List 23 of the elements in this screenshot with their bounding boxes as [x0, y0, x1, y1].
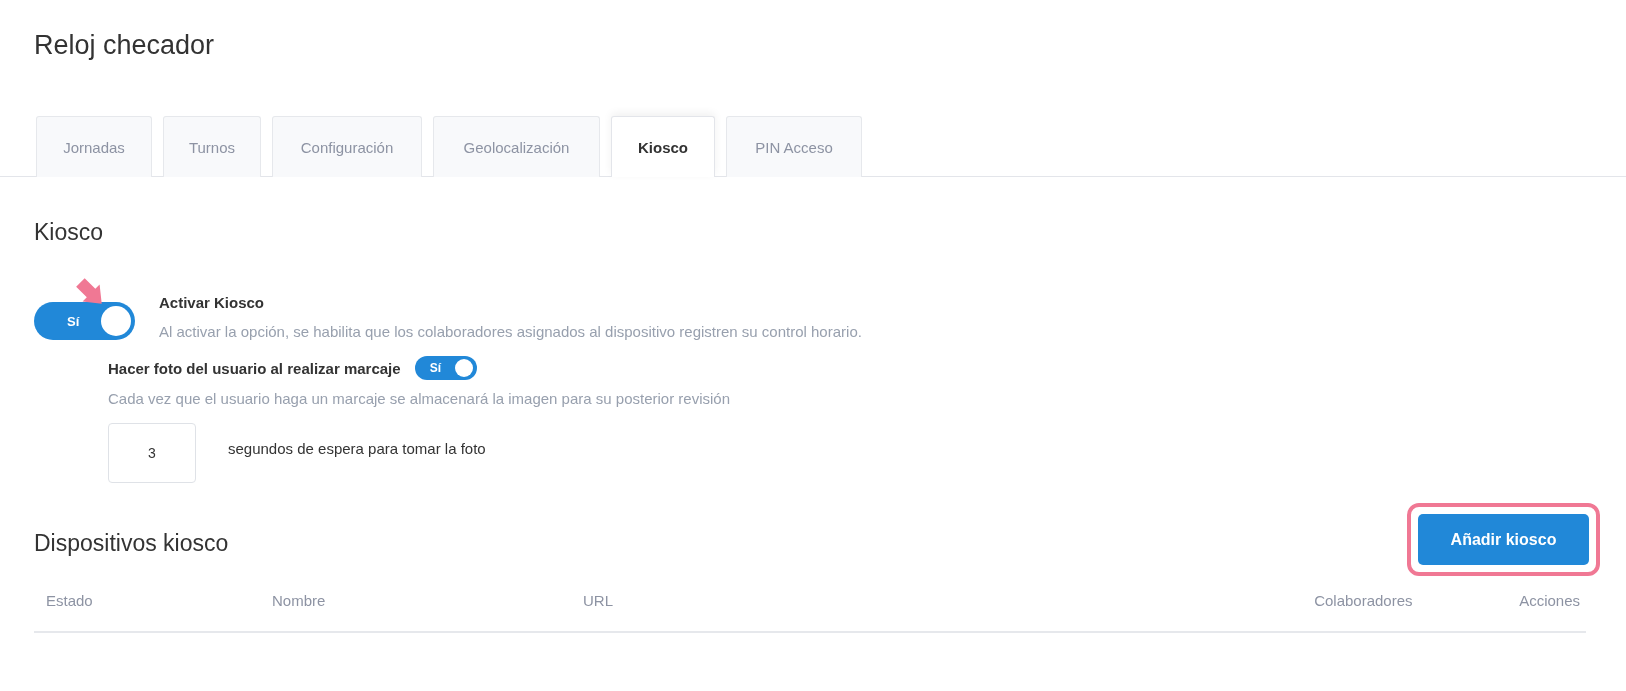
field-label: segundos de espera para tomar la foto: [228, 440, 486, 457]
add-button[interactable]: Añadir kiosco: [1418, 514, 1589, 565]
tab[interactable]: Turnos: [163, 116, 261, 177]
option-label: Hacer foto del usuario al realizar marcaje: [108, 359, 401, 377]
tab[interactable]: PIN Acceso: [726, 116, 862, 177]
option-description: Cada vez que el usuario haga un marcaje se almacenará la imagen para su posterior revisión: [108, 390, 732, 407]
section-title: Kiosco: [34, 218, 105, 246]
tab[interactable]: Configuración: [272, 116, 422, 177]
tab[interactable]: Jornadas: [36, 116, 152, 177]
column-header: Colaboradores: [1314, 592, 1414, 609]
page-title: Reloj checador: [33, 29, 216, 62]
column-header: Estado: [46, 592, 94, 609]
option-label: Activar Kiosco: [159, 294, 266, 311]
column-header: URL: [583, 592, 614, 609]
tab[interactable]: Kiosco: [611, 116, 715, 177]
section-title: Dispositivos kiosco: [34, 529, 229, 557]
tab[interactable]: Geolocalización: [433, 116, 600, 177]
column-header: Acciones: [1519, 592, 1581, 609]
seconds-field[interactable]: 3: [108, 423, 196, 483]
column-header: Nombre: [272, 592, 327, 609]
toggle-switch[interactable]: Sí: [414, 356, 477, 380]
option-description: Al activar la opción, se habilita que los colaboradores asignados al dispositivo registren su control horario.: [159, 323, 862, 340]
toggle-switch[interactable]: Sí: [34, 302, 135, 340]
